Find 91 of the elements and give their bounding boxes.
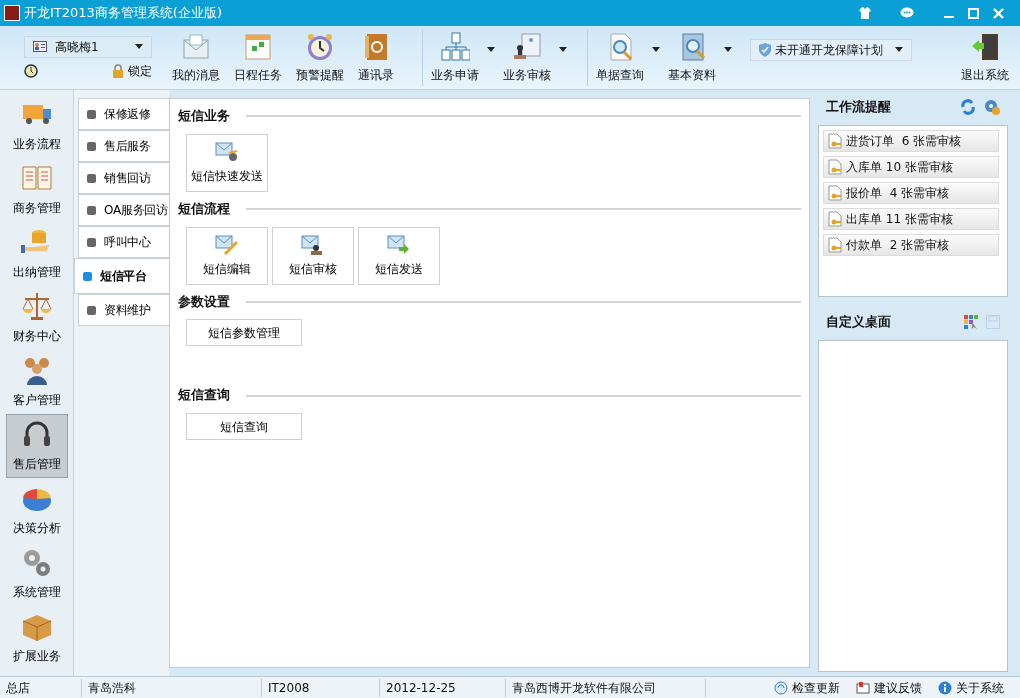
sidebar-item[interactable]: 决策分析 — [5, 478, 68, 542]
chat-icon[interactable] — [900, 7, 914, 19]
toolbar-button[interactable]: 单据查询 — [587, 29, 664, 86]
workflow-item[interactable]: 报价单 4 张需审核 — [823, 181, 999, 204]
door-exit-icon — [970, 31, 1000, 62]
subnav-tab[interactable]: 呼叫中心 — [78, 226, 172, 258]
action-tile[interactable]: 短信审核 — [272, 226, 354, 285]
document-key-icon — [828, 158, 842, 175]
envelope-arrow-icon — [387, 233, 411, 256]
workflow-item[interactable]: 进货订单 6 张需审核 — [823, 129, 999, 152]
caret-icon — [652, 47, 660, 52]
subnav-tab[interactable]: OA服务回访 — [78, 194, 172, 226]
sidebar-item[interactable]: 业务流程 — [5, 94, 68, 158]
status-link[interactable]: 检查更新 — [774, 678, 840, 697]
exit-button[interactable]: 退出系统 — [954, 29, 1016, 86]
document-key-icon — [828, 210, 842, 227]
toolbar-button[interactable]: 我的消息 — [168, 29, 230, 86]
section-title: 参数设置 — [178, 292, 230, 311]
status-field: 总店 — [0, 678, 82, 697]
info-icon — [938, 680, 952, 695]
caret-icon — [895, 47, 903, 52]
subnav-tab[interactable]: 售后服务 — [78, 130, 172, 162]
toolbar-button[interactable]: 业务申请 — [422, 29, 499, 86]
feedback-icon — [856, 680, 870, 695]
toolbar-button[interactable]: 基本资料 — [664, 29, 746, 86]
padlock-icon — [112, 63, 124, 78]
action-tile[interactable]: 短信发送 — [358, 226, 440, 285]
window-title: 开龙IT2013商务管理系统(企业版) — [24, 4, 222, 23]
protection-plan-dropdown[interactable]: 未开通开龙保障计划 — [750, 38, 912, 61]
close-icon[interactable] — [993, 7, 1004, 19]
subnav-tab[interactable]: 保修返修 — [78, 98, 172, 130]
caret-icon — [724, 47, 732, 52]
maximize-icon[interactable] — [968, 7, 979, 19]
status-field: 青岛浩科 — [82, 678, 262, 697]
user-selector[interactable]: 高晓梅1 — [24, 35, 152, 58]
section-title: 短信查询 — [178, 386, 230, 405]
workflow-item[interactable]: 出库单 11 张需审核 — [823, 207, 999, 230]
action-tile[interactable]: 短信快速发送 — [186, 133, 268, 192]
document-key-icon — [828, 236, 842, 253]
lock-button[interactable]: 锁定 — [112, 61, 152, 80]
toolbar-button[interactable]: 日程任务 — [230, 29, 292, 86]
envelope-icon — [181, 31, 211, 62]
sidebar-item[interactable]: 扩展业务 — [5, 606, 68, 670]
subnav-tab[interactable]: 销售回访 — [78, 162, 172, 194]
caret-icon — [559, 47, 567, 52]
section-title: 短信流程 — [178, 199, 230, 218]
toolbar-button[interactable]: 预警提醒 — [292, 29, 354, 86]
toolbar-button[interactable]: 业务审核 — [499, 29, 581, 86]
panel-title: 工作流提醒 — [826, 98, 892, 116]
workflow-item[interactable]: 付款单 2 张需审核 — [823, 233, 999, 256]
status-link[interactable]: 关于系统 — [938, 678, 1004, 697]
subnav-tab[interactable]: 短信平台 — [74, 258, 172, 294]
id-card-icon — [33, 41, 47, 52]
caret-icon — [487, 47, 495, 52]
tiles-icon[interactable] — [964, 315, 978, 330]
sidebar-item[interactable]: 系统管理 — [5, 542, 68, 606]
sidebar-item[interactable]: 客户管理 — [5, 350, 68, 414]
subnav-tab[interactable]: 资料维护 — [78, 294, 172, 326]
shirt-icon[interactable] — [858, 7, 872, 19]
sidebar-item[interactable]: 财务中心 — [5, 286, 68, 350]
sidebar-item[interactable]: 商务管理 — [5, 158, 68, 222]
shield-icon — [759, 42, 771, 57]
status-link[interactable]: 建议反馈 — [856, 678, 922, 697]
caret-icon — [135, 44, 143, 49]
document-key-icon — [828, 132, 842, 149]
app-logo-icon — [4, 5, 20, 21]
status-field: IT2008 — [262, 678, 380, 697]
action-button[interactable]: 短信参数管理 — [186, 319, 302, 347]
stamp-icon — [512, 31, 542, 62]
sidebar-item[interactable]: 出纳管理 — [5, 222, 68, 286]
workflow-item[interactable]: 入库单 10 张需审核 — [823, 155, 999, 178]
toolbar-button[interactable]: 通讯录 — [354, 29, 416, 86]
status-field: 青岛西博开龙软件有限公司 — [506, 678, 706, 697]
clock-icon[interactable] — [24, 63, 38, 78]
panel-title: 自定义桌面 — [826, 312, 892, 331]
section-title: 短信业务 — [178, 107, 230, 125]
document-key-icon — [828, 184, 842, 201]
update-icon — [774, 680, 788, 695]
envelope-send-icon — [215, 140, 239, 163]
calendar-icon — [243, 31, 273, 62]
envelope-stamp-icon — [301, 233, 325, 256]
sidebar-item[interactable]: 售后管理 — [5, 414, 68, 478]
status-field: 2012-12-25 — [380, 678, 506, 697]
org-chart-icon — [440, 31, 470, 62]
action-tile[interactable]: 短信编辑 — [186, 226, 268, 285]
action-button[interactable]: 短信查询 — [186, 413, 302, 440]
refresh-icon[interactable] — [960, 99, 976, 116]
envelope-edit-icon — [215, 233, 239, 256]
alarm-clock-icon — [305, 31, 335, 62]
scales-icon — [20, 291, 53, 323]
settings-icon[interactable] — [984, 99, 1000, 116]
